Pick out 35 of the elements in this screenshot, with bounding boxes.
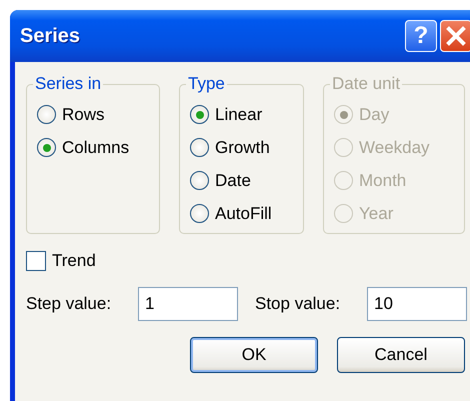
field-label: Stop value:	[255, 294, 342, 314]
group-title: Type	[187, 74, 226, 94]
radio-label: Rows	[62, 104, 105, 124]
field-label: Step value:	[26, 294, 112, 314]
radio-option[interactable]: Rows	[37, 98, 151, 131]
group-title: Date unit	[331, 74, 402, 94]
radio-button[interactable]	[190, 171, 209, 190]
radio-label: Linear	[215, 104, 262, 124]
radio-label: Weekday	[359, 138, 430, 158]
radio-label: Year	[359, 204, 394, 224]
radio-button[interactable]	[190, 204, 209, 223]
radio-option[interactable]: Growth	[190, 131, 295, 164]
radio-option[interactable]: Columns	[37, 131, 151, 164]
radio-button[interactable]	[37, 138, 56, 157]
radio-label: Date	[215, 170, 251, 190]
window-title: Series	[20, 24, 82, 48]
radio-label: Columns	[62, 138, 130, 158]
radio-option[interactable]: Linear	[190, 98, 295, 131]
input-field[interactable]: 1	[138, 287, 238, 321]
radio-option[interactable]: Date	[190, 164, 295, 197]
radio-label: AutoFill	[215, 204, 272, 224]
checkbox-label: Trend	[52, 251, 96, 271]
radio-option[interactable]: AutoFill	[190, 197, 295, 230]
radio-label: Day	[359, 104, 390, 124]
radio-button[interactable]	[190, 138, 209, 157]
checkbox[interactable]	[26, 251, 46, 271]
input-field[interactable]: 10	[367, 287, 467, 321]
group-title: Series in	[34, 74, 102, 94]
radio-button[interactable]	[190, 105, 209, 124]
radio-label: Growth	[215, 138, 270, 158]
radio-button[interactable]	[37, 105, 56, 124]
radio-label: Month	[359, 170, 406, 190]
cancel-button[interactable]: Cancel	[337, 337, 465, 373]
close-button[interactable]	[440, 20, 470, 52]
ok-button[interactable]: OK	[190, 337, 318, 373]
